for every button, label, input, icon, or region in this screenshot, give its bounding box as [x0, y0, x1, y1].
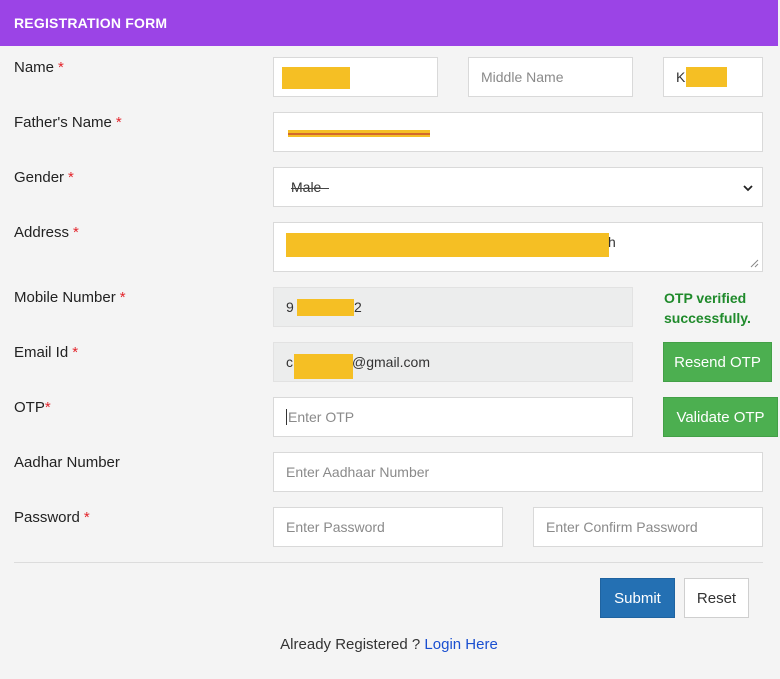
chevron-down-icon	[743, 185, 753, 192]
login-prompt: Already Registered ? Login Here	[0, 636, 778, 653]
required-mark: *	[44, 399, 51, 416]
gender-strike	[291, 188, 329, 189]
password-input[interactable]: Enter Password	[273, 507, 503, 547]
login-prompt-text: Already Registered ?	[280, 636, 425, 653]
mobile-value-start: 9	[286, 299, 294, 315]
redacted-email	[294, 354, 353, 379]
otp-label: OTP*	[14, 399, 51, 416]
form-header: REGISTRATION FORM	[0, 0, 778, 46]
redacted-mobile	[297, 299, 354, 316]
father-name-label: Father's Name *	[14, 114, 122, 131]
last-name-input[interactable]: K	[663, 57, 763, 97]
mobile-input[interactable]: 9 2	[273, 287, 633, 327]
required-mark: *	[73, 224, 79, 241]
password-label: Password *	[14, 509, 90, 526]
required-mark: *	[68, 169, 74, 186]
gender-select[interactable]: Male	[273, 167, 763, 207]
login-link[interactable]: Login Here	[424, 636, 497, 653]
father-name-input[interactable]	[273, 112, 763, 152]
form-divider	[14, 562, 763, 563]
redacted-address	[286, 233, 609, 257]
submit-button[interactable]: Submit	[600, 578, 675, 618]
email-input[interactable]: c @gmail.com	[273, 342, 633, 382]
gender-selected-value: Male	[291, 179, 322, 195]
father-name-strike	[288, 133, 430, 135]
mobile-label: Mobile Number *	[14, 289, 126, 306]
email-value-start: c	[286, 354, 293, 370]
address-value-tail: h	[608, 234, 616, 250]
required-mark: *	[119, 289, 126, 306]
validate-otp-button[interactable]: Validate OTP	[663, 397, 778, 437]
otp-verified-status: OTP verified successfully.	[664, 290, 751, 326]
otp-placeholder: Enter OTP	[288, 409, 355, 425]
form-title: REGISTRATION FORM	[14, 15, 168, 31]
resize-handle-icon[interactable]	[749, 258, 759, 268]
required-mark: *	[83, 509, 90, 526]
aadhar-label: Aadhar Number	[14, 454, 120, 471]
reset-button[interactable]: Reset	[684, 578, 749, 618]
name-label: Name *	[14, 59, 64, 76]
gender-label: Gender *	[14, 169, 74, 186]
password-placeholder: Enter Password	[286, 519, 385, 535]
address-textarea[interactable]: h	[273, 222, 763, 272]
redacted-last-name	[686, 67, 727, 87]
aadhar-input[interactable]: Enter Aadhaar Number	[273, 452, 763, 492]
mobile-value-end: 2	[354, 299, 362, 315]
address-label: Address *	[14, 224, 79, 241]
email-value-end: @gmail.com	[352, 354, 431, 370]
resend-otp-button[interactable]: Resend OTP	[663, 342, 772, 382]
confirm-password-placeholder: Enter Confirm Password	[546, 519, 698, 535]
required-mark: *	[72, 344, 79, 361]
required-mark: *	[58, 59, 64, 76]
middle-name-input[interactable]: Middle Name	[468, 57, 633, 97]
required-mark: *	[115, 114, 122, 131]
last-name-value: K	[676, 69, 686, 85]
aadhar-placeholder: Enter Aadhaar Number	[286, 464, 430, 480]
text-cursor	[286, 409, 287, 425]
email-label: Email Id *	[14, 344, 79, 361]
otp-input[interactable]: Enter OTP	[273, 397, 633, 437]
middle-name-placeholder: Middle Name	[481, 69, 564, 85]
redacted-first-name	[282, 67, 350, 89]
first-name-input[interactable]	[273, 57, 438, 97]
confirm-password-input[interactable]: Enter Confirm Password	[533, 507, 763, 547]
